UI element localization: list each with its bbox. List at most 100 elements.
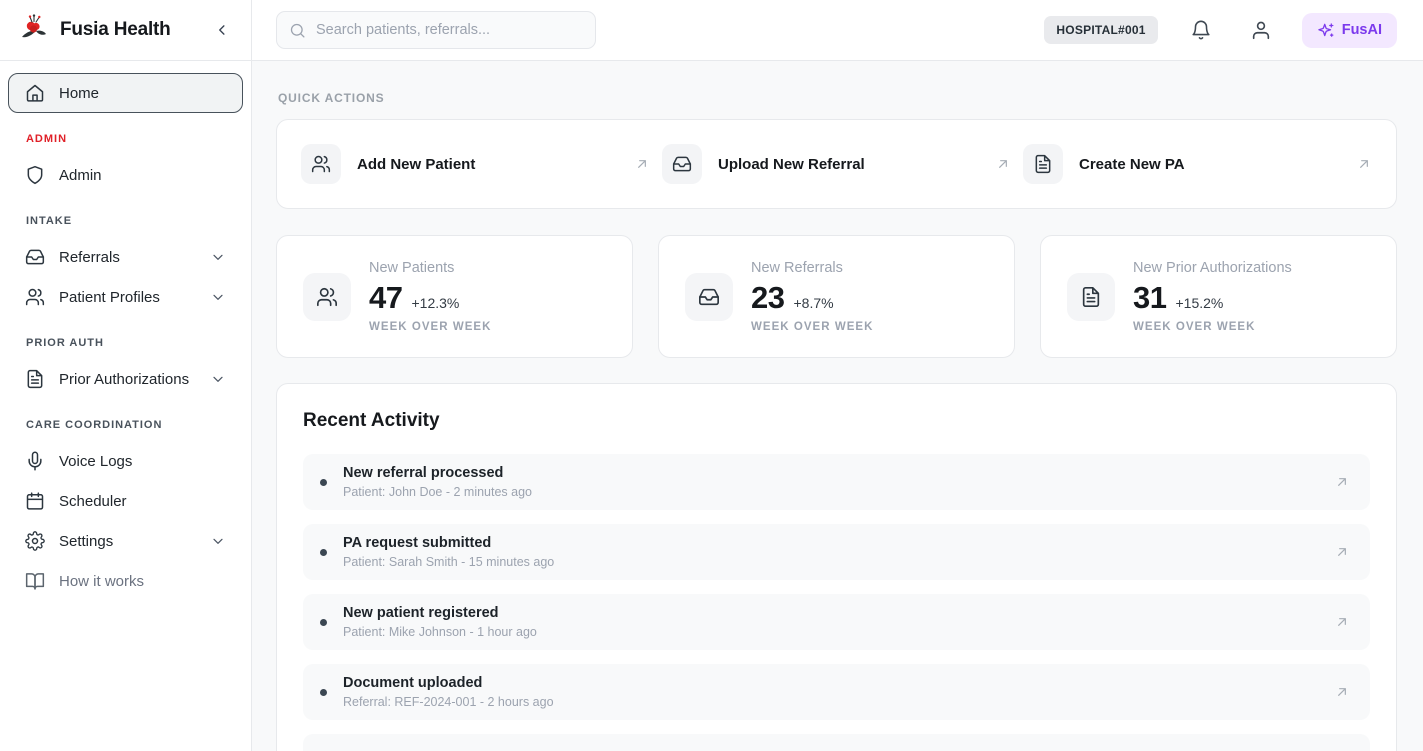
topbar: HOSPITAL#001 FusAI — [252, 0, 1423, 61]
activity-item-subtitle: Referral: REF-2024-001 - 2 hours ago — [343, 695, 554, 709]
stat-caption: WEEK OVER WEEK — [1133, 321, 1292, 333]
sidebar-item-label: Home — [59, 85, 99, 102]
activity-item-subtitle: Patient: Sarah Smith - 15 minutes ago — [343, 555, 554, 569]
section-label-admin: ADMIN — [8, 113, 243, 155]
hospital-badge: HOSPITAL#001 — [1044, 16, 1157, 44]
calendar-icon — [25, 491, 45, 511]
sidebar-collapse-button[interactable] — [209, 17, 235, 43]
sidebar-item-label: Patient Profiles — [59, 289, 160, 306]
sidebar: Fusia Health Home ADMIN Admin INTAKE Ref… — [0, 0, 252, 751]
sparkles-icon — [1317, 22, 1334, 39]
quick-actions-card: Add New Patient Upload New Referral Crea… — [276, 119, 1397, 209]
quick-action-label: Create New PA — [1079, 156, 1185, 173]
global-search[interactable] — [276, 11, 596, 49]
activity-item-patient-registered[interactable]: New patient registered Patient: Mike Joh… — [303, 594, 1370, 650]
arrow-up-right-icon — [1334, 684, 1350, 700]
activity-item-pa-submitted[interactable]: PA request submitted Patient: Sarah Smit… — [303, 524, 1370, 580]
stat-value: 31 — [1133, 280, 1166, 316]
sidebar-item-home[interactable]: Home — [8, 73, 243, 113]
chevron-left-icon — [213, 21, 231, 39]
quick-actions-label: QUICK ACTIONS — [278, 91, 1397, 105]
stat-delta: +8.7% — [793, 295, 833, 311]
sidebar-item-prior-authorizations[interactable]: Prior Authorizations — [8, 359, 243, 399]
activity-item-partial[interactable] — [303, 734, 1370, 751]
chevron-down-icon — [210, 249, 226, 265]
arrow-up-right-icon — [995, 156, 1011, 172]
arrow-up-right-icon — [1334, 614, 1350, 630]
stat-card-new-patients: New Patients 47 +12.3% WEEK OVER WEEK — [276, 235, 633, 358]
activity-item-referral-processed[interactable]: New referral processed Patient: John Doe… — [303, 454, 1370, 510]
stat-label: New Prior Authorizations — [1133, 260, 1292, 276]
add-new-patient-action[interactable]: Add New Patient — [301, 144, 662, 184]
inbox-icon — [662, 144, 702, 184]
app-title: Fusia Health — [60, 19, 171, 41]
inbox-icon — [685, 273, 733, 321]
user-icon — [1250, 19, 1272, 41]
recent-activity-card: Recent Activity New referral processed P… — [276, 383, 1397, 751]
recent-activity-title: Recent Activity — [303, 410, 1370, 432]
sidebar-item-label: Admin — [59, 167, 102, 184]
sidebar-nav: Home ADMIN Admin INTAKE Referrals Patien… — [0, 61, 251, 601]
fusai-button[interactable]: FusAI — [1302, 13, 1397, 48]
stat-caption: WEEK OVER WEEK — [369, 321, 491, 333]
activity-item-subtitle: Patient: John Doe - 2 minutes ago — [343, 485, 532, 499]
bell-icon — [1190, 19, 1212, 41]
activity-dot — [320, 689, 327, 696]
chevron-down-icon — [210, 371, 226, 387]
create-new-pa-action[interactable]: Create New PA — [1023, 144, 1372, 184]
chevron-down-icon — [210, 533, 226, 549]
activity-item-document-uploaded[interactable]: Document uploaded Referral: REF-2024-001… — [303, 664, 1370, 720]
search-icon — [289, 22, 306, 39]
sidebar-item-settings[interactable]: Settings — [8, 521, 243, 561]
arrow-up-right-icon — [634, 156, 650, 172]
section-label-care-coordination: CARE COORDINATION — [8, 399, 243, 441]
sidebar-item-referrals[interactable]: Referrals — [8, 237, 243, 277]
sidebar-item-how-it-works[interactable]: How it works — [8, 561, 243, 601]
book-open-icon — [25, 571, 45, 591]
arrow-up-right-icon — [1334, 474, 1350, 490]
stat-card-new-prior-authorizations: New Prior Authorizations 31 +15.2% WEEK … — [1040, 235, 1397, 358]
fusai-label: FusAI — [1342, 22, 1382, 38]
arrow-up-right-icon — [1356, 156, 1372, 172]
mic-icon — [25, 451, 45, 471]
stat-label: New Referrals — [751, 260, 873, 276]
sidebar-item-label: Referrals — [59, 249, 120, 266]
quick-action-label: Upload New Referral — [718, 156, 865, 173]
sidebar-item-admin[interactable]: Admin — [8, 155, 243, 195]
sidebar-header: Fusia Health — [0, 0, 251, 61]
stats-row: New Patients 47 +12.3% WEEK OVER WEEK Ne… — [276, 235, 1397, 358]
stat-card-new-referrals: New Referrals 23 +8.7% WEEK OVER WEEK — [658, 235, 1015, 358]
section-label-intake: INTAKE — [8, 195, 243, 237]
sidebar-item-label: Prior Authorizations — [59, 371, 189, 388]
quick-action-label: Add New Patient — [357, 156, 475, 173]
activity-item-title: New patient registered — [343, 605, 537, 621]
main-area: HOSPITAL#001 FusAI QUICK ACTIONS Add New… — [252, 0, 1423, 751]
stat-delta: +12.3% — [411, 295, 459, 311]
notifications-button[interactable] — [1184, 13, 1218, 47]
sidebar-item-patient-profiles[interactable]: Patient Profiles — [8, 277, 243, 317]
activity-dot — [320, 479, 327, 486]
sidebar-item-scheduler[interactable]: Scheduler — [8, 481, 243, 521]
users-icon — [25, 287, 45, 307]
account-button[interactable] — [1244, 13, 1278, 47]
users-icon — [303, 273, 351, 321]
stat-value: 47 — [369, 280, 402, 316]
file-text-icon — [1023, 144, 1063, 184]
inbox-icon — [25, 247, 45, 267]
search-input[interactable] — [316, 22, 583, 38]
stat-caption: WEEK OVER WEEK — [751, 321, 873, 333]
activity-item-title: New referral processed — [343, 465, 532, 481]
shield-icon — [25, 165, 45, 185]
section-label-prior-auth: PRIOR AUTH — [8, 317, 243, 359]
stat-label: New Patients — [369, 260, 491, 276]
gear-icon — [25, 531, 45, 551]
users-icon — [301, 144, 341, 184]
sidebar-item-voice-logs[interactable]: Voice Logs — [8, 441, 243, 481]
chevron-down-icon — [210, 289, 226, 305]
fusia-flower-logo-icon — [16, 13, 50, 47]
activity-item-title: Document uploaded — [343, 675, 554, 691]
stat-delta: +15.2% — [1175, 295, 1223, 311]
home-icon — [25, 83, 45, 103]
activity-dot — [320, 549, 327, 556]
upload-new-referral-action[interactable]: Upload New Referral — [662, 144, 1023, 184]
